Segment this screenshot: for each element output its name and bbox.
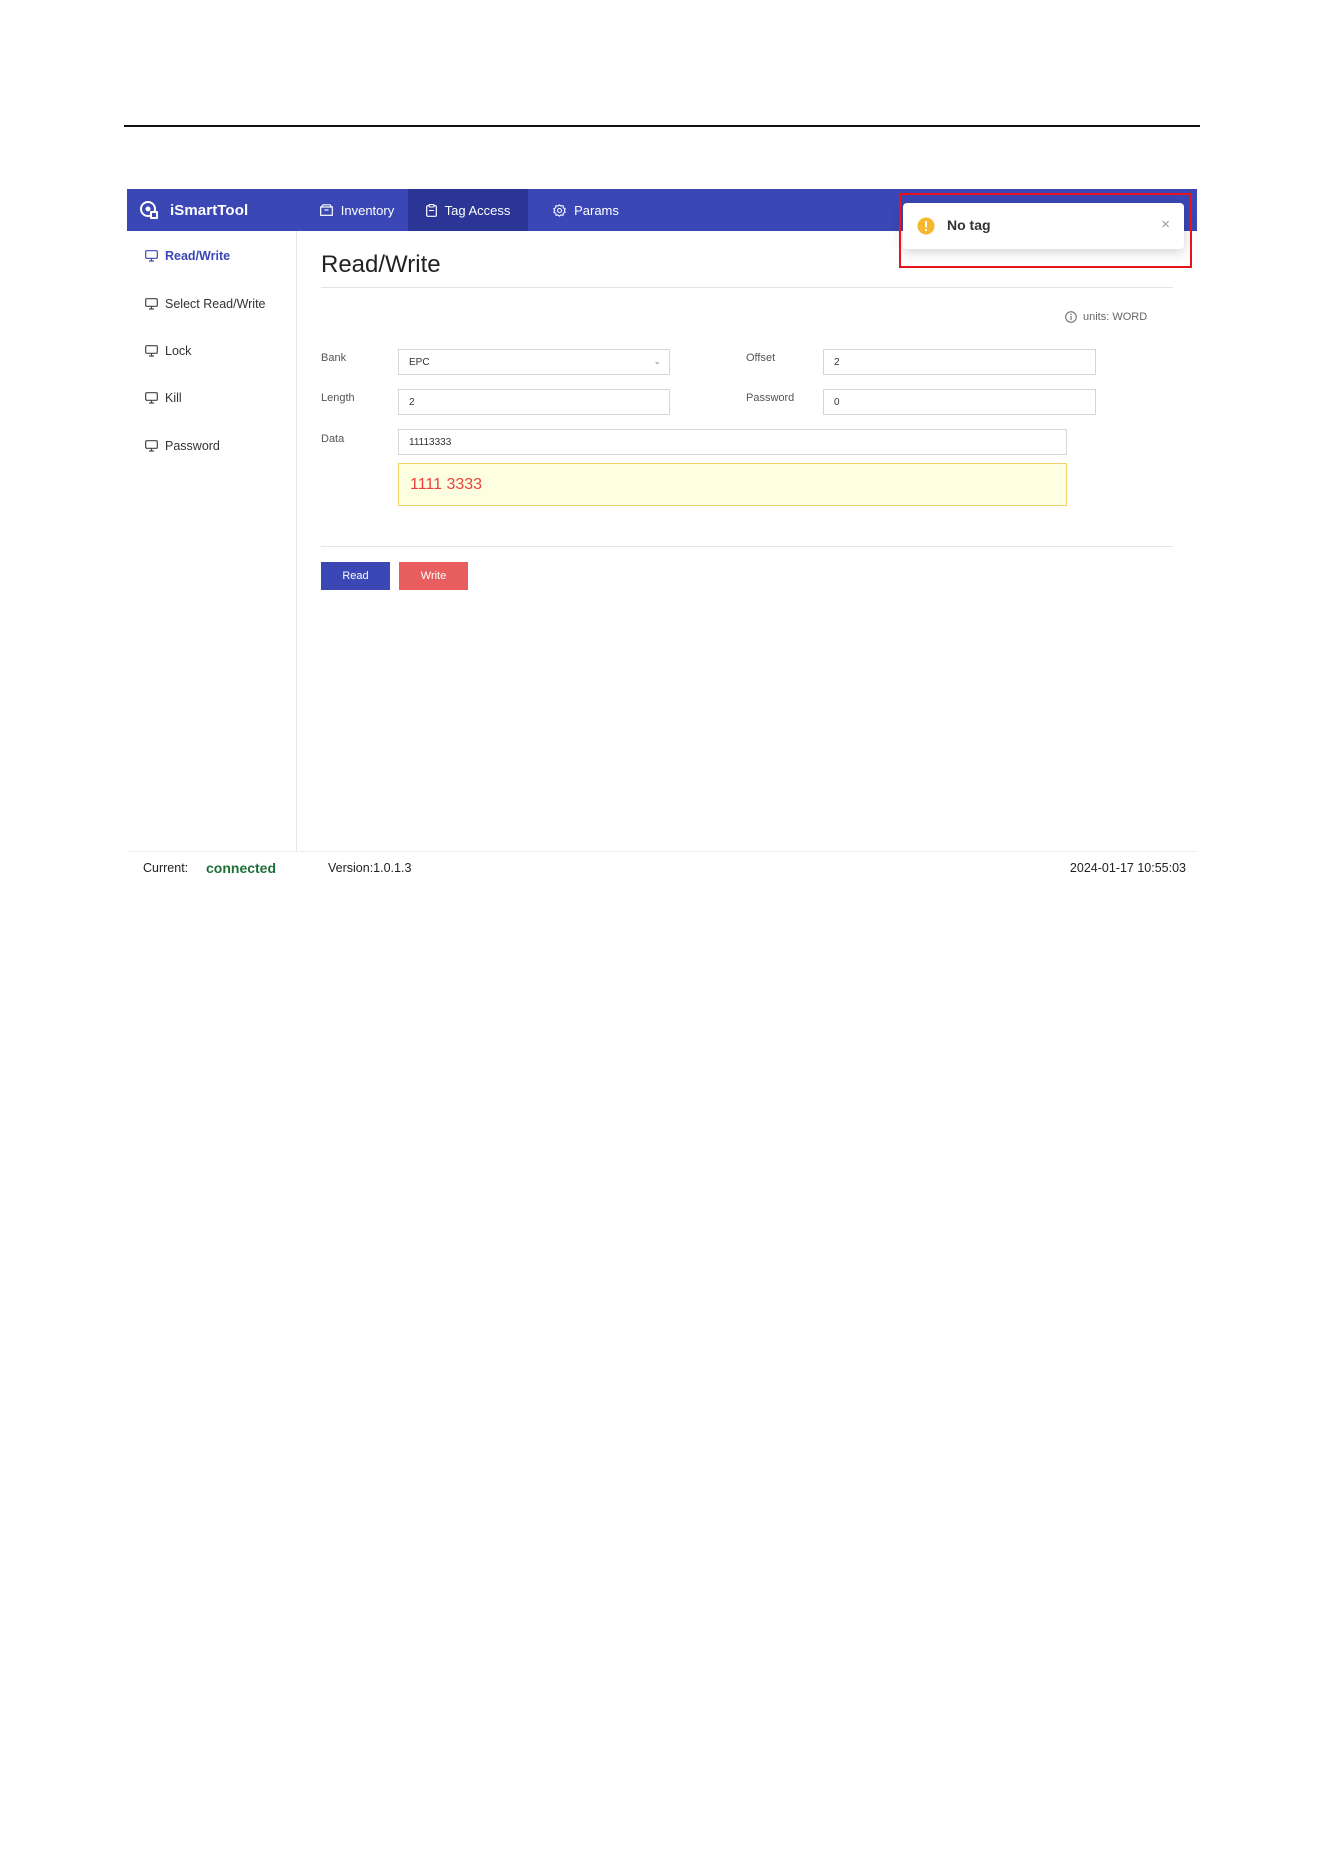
close-icon[interactable]: ×	[1161, 216, 1170, 233]
units-hint: units: WORD	[1065, 311, 1147, 323]
page-title: Read/Write	[321, 251, 441, 278]
form-divider	[321, 546, 1173, 547]
password-input[interactable]: 0	[823, 389, 1096, 415]
read-button[interactable]: Read	[321, 562, 390, 590]
monitor-icon	[145, 440, 158, 452]
sidebar-item-label: Read/Write	[165, 249, 231, 263]
write-button[interactable]: Write	[399, 562, 468, 590]
chevron-down-icon: ⌄	[653, 356, 661, 366]
warning-icon	[917, 217, 935, 235]
password-value: 0	[834, 396, 840, 408]
password-label: Password	[746, 392, 795, 404]
nav-tab-label: Inventory	[340, 202, 395, 218]
sidebar-item-label: Kill	[165, 391, 182, 405]
info-icon	[1065, 311, 1077, 323]
units-label: units: WORD	[1083, 311, 1148, 323]
sidebar-item-lock[interactable]: Lock	[145, 340, 191, 362]
brand: iSmartTool	[139, 189, 248, 231]
sidebar-item-select-read-write[interactable]: Select Read/Write	[145, 293, 266, 315]
data-label: Data	[321, 433, 345, 445]
sidebar-item-label: Select Read/Write	[165, 297, 266, 311]
app-logo-icon	[140, 201, 158, 219]
sidebar-item-password[interactable]: Password	[145, 435, 220, 457]
sidebar-item-label: Password	[165, 439, 220, 453]
status-bar: Current: connected Version:1.0.1.3 2024-…	[127, 852, 1197, 885]
offset-input[interactable]: 2	[823, 349, 1096, 375]
length-value: 2	[409, 396, 415, 408]
length-input[interactable]: 2	[398, 389, 670, 415]
nav-tab-label: Params	[574, 202, 619, 218]
bank-label: Bank	[321, 352, 347, 364]
bank-select-value: EPC	[409, 356, 430, 368]
nav-tab-tag-access[interactable]: Tag Access	[408, 189, 528, 231]
title-divider	[321, 287, 1173, 288]
nav-tab-params[interactable]: Params	[538, 189, 634, 231]
gear-icon	[553, 203, 567, 217]
current-label: Current:	[143, 861, 189, 875]
monitor-icon	[145, 298, 158, 310]
monitor-icon	[145, 345, 158, 357]
document-rule	[124, 125, 1200, 127]
notification-message: No tag	[947, 217, 991, 233]
monitor-icon	[145, 250, 158, 262]
app-window: iSmartTool Inventory Tag Access Params R…	[127, 189, 1197, 885]
nav-tab-inventory[interactable]: Inventory	[303, 189, 411, 231]
sidebar-item-label: Lock	[165, 344, 192, 358]
box-icon	[319, 204, 333, 216]
datetime-label: 2024-01-17 10:55:03	[1069, 861, 1186, 875]
version-label: Version:1.0.1.3	[328, 861, 412, 875]
nav-tab-label: Tag Access	[444, 202, 511, 218]
bank-select[interactable]: EPC ⌄	[398, 349, 670, 375]
length-label: Length	[321, 392, 355, 404]
data-input[interactable]: 11113333	[398, 429, 1067, 455]
sidebar: Read/Write Select Read/Write Lock Kill P…	[127, 231, 297, 851]
data-value: 11113333	[409, 436, 452, 448]
sidebar-item-kill[interactable]: Kill	[145, 387, 182, 409]
notification-toast: No tag ×	[903, 203, 1184, 249]
offset-label: Offset	[746, 352, 776, 364]
connection-status: connected	[206, 860, 277, 876]
monitor-icon	[145, 392, 158, 404]
clipboard-icon	[425, 203, 437, 217]
sidebar-item-read-write[interactable]: Read/Write	[145, 245, 230, 267]
data-preview: 1111 3333	[398, 463, 1067, 506]
offset-value: 2	[834, 356, 840, 368]
brand-name: iSmartTool	[170, 201, 249, 219]
